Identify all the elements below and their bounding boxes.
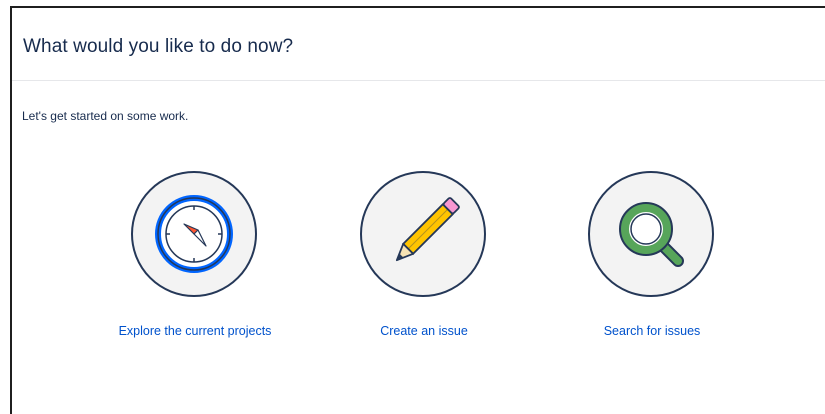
explore-projects-label[interactable]: Explore the current projects — [95, 324, 295, 338]
create-issue-label[interactable]: Create an issue — [324, 324, 524, 338]
search-issues-label[interactable]: Search for issues — [552, 324, 752, 338]
explore-projects-circle[interactable] — [131, 171, 257, 297]
search-issues-link[interactable]: Search for issues — [552, 171, 752, 351]
create-issue-circle[interactable] — [360, 171, 486, 297]
page-title: What would you like to do now? — [23, 36, 294, 57]
search-issues-circle[interactable] — [588, 171, 714, 297]
compass-icon — [155, 195, 233, 273]
explore-projects-link[interactable]: Explore the current projects — [95, 171, 295, 351]
panel-header: What would you like to do now? — [12, 8, 825, 81]
pencil-icon — [395, 197, 460, 262]
create-issue-link[interactable]: Create an issue — [324, 171, 524, 351]
intro-text: Let's get started on some work. — [22, 109, 189, 123]
action-list: Explore the current projects Create an i… — [12, 171, 825, 351]
welcome-panel: What would you like to do now? Let's get… — [10, 6, 825, 414]
magnifier-icon — [619, 202, 684, 267]
